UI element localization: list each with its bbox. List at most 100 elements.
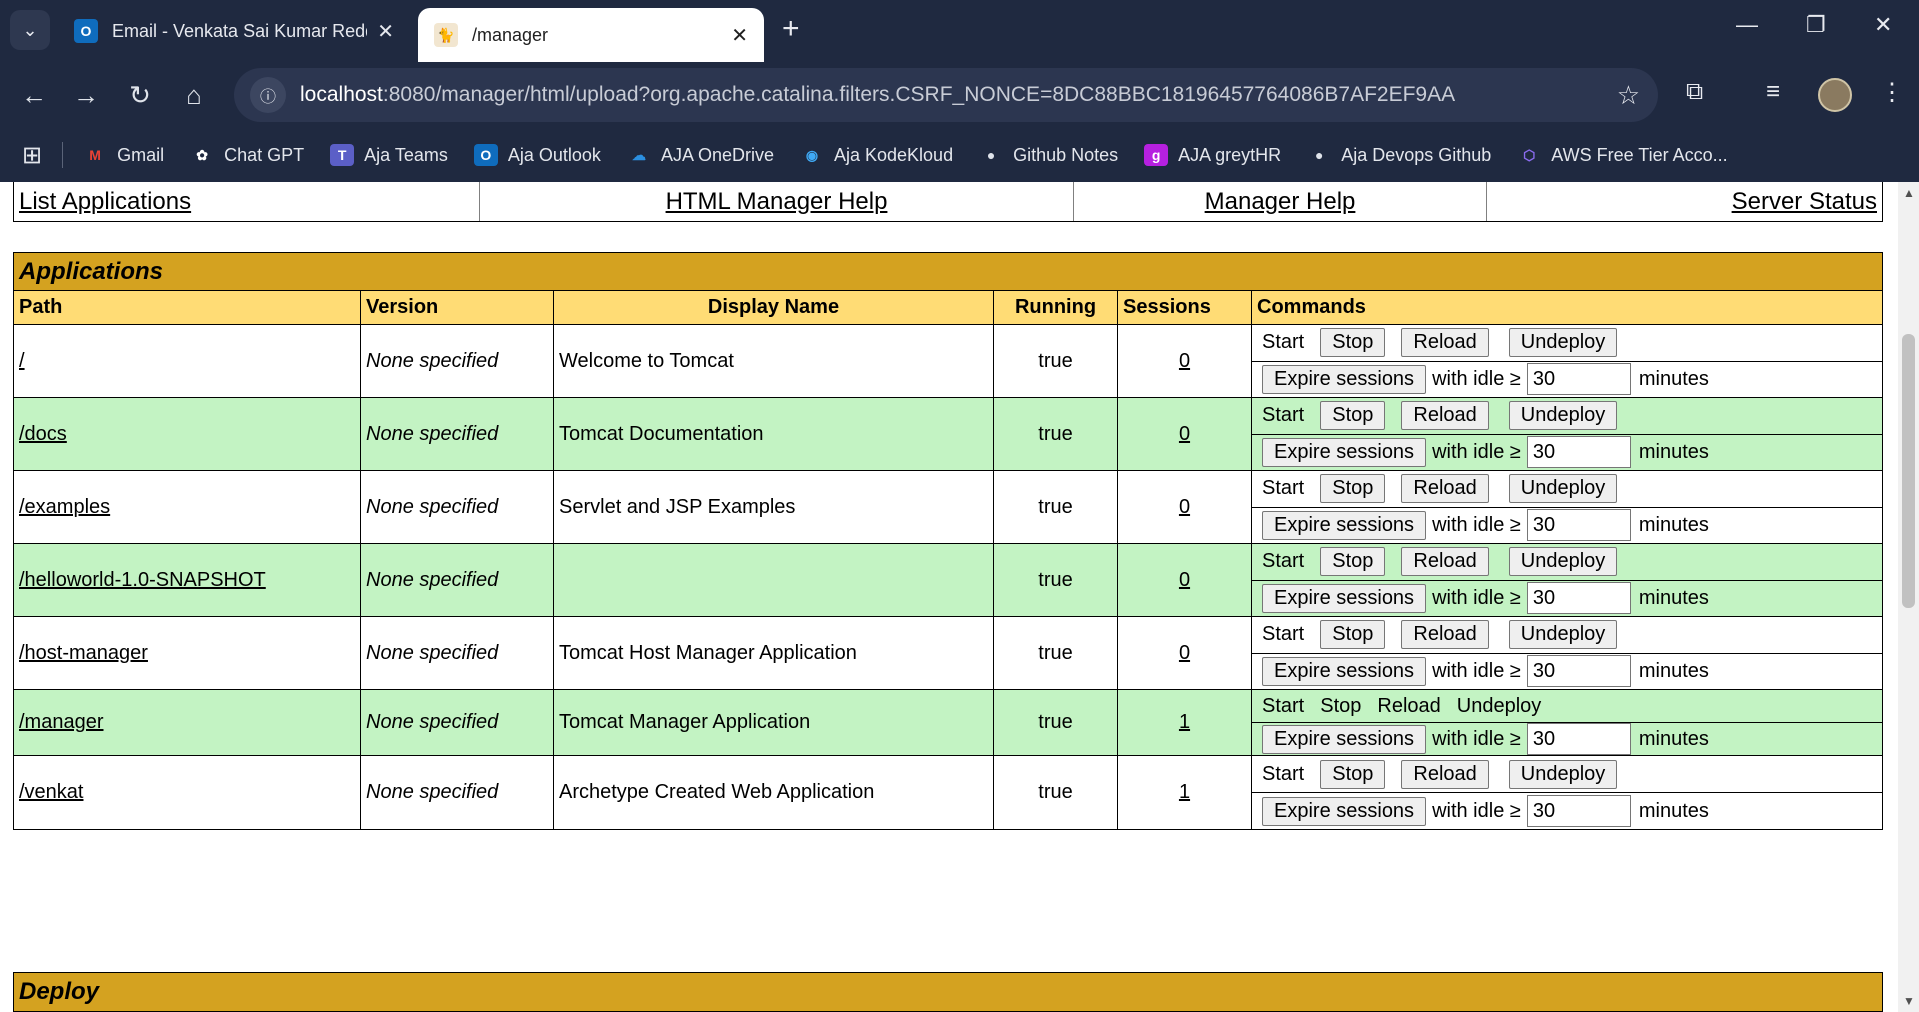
expire-sessions-button[interactable]: Expire sessions: [1262, 364, 1427, 394]
sessions-link[interactable]: 0: [1179, 496, 1190, 519]
scroll-down-icon[interactable]: ▼: [1903, 994, 1915, 1008]
bookmark-chatgpt[interactable]: ✿ Chat GPT: [190, 144, 304, 166]
home-button[interactable]: ⌂: [176, 80, 212, 111]
reload-button[interactable]: Reload: [1401, 328, 1489, 358]
expire-sessions-button[interactable]: Expire sessions: [1262, 437, 1427, 467]
scroll-up-icon[interactable]: ▲: [1903, 186, 1915, 200]
lifecycle-commands: Start Stop Reload Undeploy: [1252, 325, 1882, 361]
new-tab-button[interactable]: +: [782, 14, 800, 44]
stop-button[interactable]: Stop: [1320, 474, 1386, 504]
bookmark-github-notes[interactable]: ● Github Notes: [979, 144, 1118, 166]
greythr-icon: g: [1144, 144, 1169, 166]
server-status-link[interactable]: Server Status: [1732, 188, 1877, 216]
sessions-link[interactable]: 1: [1179, 711, 1190, 734]
stop-button[interactable]: Stop: [1320, 547, 1386, 577]
window-close-button[interactable]: ✕: [1874, 12, 1892, 38]
address-bar[interactable]: ⓘ localhost:8080/manager/html/upload?org…: [234, 68, 1658, 122]
reload-button[interactable]: Reload: [1401, 474, 1489, 504]
bookmark-kodekloud[interactable]: ◉ Aja KodeKloud: [800, 144, 953, 166]
sessions-link[interactable]: 1: [1179, 781, 1190, 804]
expire-sessions-button[interactable]: Expire sessions: [1262, 796, 1427, 826]
idle-minutes-input[interactable]: [1526, 655, 1631, 688]
scrollbar[interactable]: ▲ ▼: [1898, 182, 1919, 1012]
undeploy-button[interactable]: Undeploy: [1508, 401, 1618, 431]
bookmark-onedrive[interactable]: ☁ AJA OneDrive: [627, 144, 774, 166]
idle-minutes-input[interactable]: [1526, 582, 1631, 615]
expire-sessions-button[interactable]: Expire sessions: [1262, 510, 1427, 540]
idle-minutes-input[interactable]: [1526, 509, 1631, 542]
bookmark-gmail[interactable]: M Gmail: [83, 144, 164, 166]
extensions-icon[interactable]: ⧉: [1686, 78, 1703, 106]
bookmark-outlook[interactable]: O Aja Outlook: [473, 144, 601, 166]
minutes-label: minutes: [1638, 727, 1709, 750]
idle-minutes-input[interactable]: [1526, 436, 1631, 469]
reload-button[interactable]: Reload: [1401, 620, 1489, 650]
site-info-icon[interactable]: ⓘ: [250, 77, 286, 113]
reload-button[interactable]: ↻: [122, 80, 158, 111]
reload-label: Reload: [1377, 694, 1441, 717]
idle-minutes-input[interactable]: [1526, 723, 1631, 755]
bookmark-devops-github[interactable]: ● Aja Devops Github: [1307, 144, 1491, 166]
version-cell: None specified: [361, 471, 554, 543]
expire-sessions-button[interactable]: Expire sessions: [1262, 724, 1427, 754]
list-applications-link[interactable]: List Applications: [19, 188, 191, 216]
reload-button[interactable]: Reload: [1401, 547, 1489, 577]
bookmark-teams[interactable]: T Aja Teams: [330, 144, 448, 166]
expire-sessions-button[interactable]: Expire sessions: [1262, 656, 1427, 686]
sessions-link[interactable]: 0: [1179, 423, 1190, 446]
close-icon[interactable]: ✕: [731, 23, 748, 48]
header-version: Version: [361, 291, 554, 324]
close-icon[interactable]: ✕: [377, 19, 394, 44]
sessions-cell: 0: [1118, 617, 1252, 689]
app-path-link[interactable]: /: [19, 350, 25, 373]
idle-minutes-input[interactable]: [1526, 363, 1631, 396]
undeploy-button[interactable]: Undeploy: [1508, 328, 1618, 358]
stop-button[interactable]: Stop: [1320, 401, 1386, 431]
app-path-link[interactable]: /docs: [19, 423, 67, 446]
stop-button[interactable]: Stop: [1320, 620, 1386, 650]
media-controls-icon[interactable]: ≡: [1766, 78, 1780, 106]
app-path-link[interactable]: /examples: [19, 496, 110, 519]
forward-button[interactable]: →: [68, 80, 104, 111]
avatar[interactable]: [1818, 78, 1852, 112]
undeploy-button[interactable]: Undeploy: [1508, 759, 1618, 789]
scrollbar-thumb[interactable]: [1902, 334, 1915, 608]
reload-button[interactable]: Reload: [1401, 759, 1489, 789]
app-path-link[interactable]: /venkat: [19, 781, 83, 804]
idle-minutes-input[interactable]: [1526, 795, 1631, 827]
tab-manager[interactable]: 🐈 /manager ✕: [418, 8, 764, 62]
restore-button[interactable]: ❐: [1806, 12, 1826, 38]
divider: [62, 142, 64, 168]
sessions-link[interactable]: 0: [1179, 642, 1190, 665]
manager-help-link[interactable]: Manager Help: [1205, 188, 1356, 216]
expire-commands: Expire sessions with idle ≥ minutes: [1252, 722, 1882, 755]
undeploy-button[interactable]: Undeploy: [1508, 474, 1618, 504]
app-path-link[interactable]: /manager: [19, 711, 104, 734]
bookmark-aws[interactable]: ⬡ AWS Free Tier Acco...: [1517, 144, 1728, 166]
table-row: /venkat None specified Archetype Created…: [14, 756, 1882, 829]
url-text[interactable]: localhost:8080/manager/html/upload?org.a…: [300, 83, 1617, 107]
app-path-link[interactable]: /host-manager: [19, 642, 148, 665]
stop-button[interactable]: Stop: [1320, 328, 1386, 358]
stop-button[interactable]: Stop: [1320, 759, 1386, 789]
reload-button[interactable]: Reload: [1401, 401, 1489, 431]
tab-email[interactable]: O Email - Venkata Sai Kumar Redd ✕: [58, 8, 410, 54]
commands-cell: Start Stop Reload Undeploy Expire sessio…: [1252, 325, 1882, 397]
sessions-link[interactable]: 0: [1179, 350, 1190, 373]
expire-sessions-button[interactable]: Expire sessions: [1262, 583, 1427, 613]
minimize-button[interactable]: —: [1736, 12, 1758, 38]
html-manager-help-link[interactable]: HTML Manager Help: [666, 188, 888, 216]
sessions-link[interactable]: 0: [1179, 569, 1190, 592]
bookmark-greythr[interactable]: g AJA greytHR: [1144, 144, 1281, 166]
bookmark-label: Github Notes: [1013, 144, 1119, 165]
bookmark-star-icon[interactable]: ☆: [1617, 80, 1640, 111]
undeploy-label: Undeploy: [1456, 694, 1542, 717]
app-path-link[interactable]: /helloworld-1.0-SNAPSHOT: [19, 569, 266, 592]
tab-search-button[interactable]: ⌄: [10, 10, 50, 50]
links-cell: Manager Help: [1074, 182, 1487, 221]
menu-icon[interactable]: ⋮: [1880, 78, 1904, 107]
back-button[interactable]: ←: [16, 80, 52, 111]
apps-grid-icon[interactable]: ⊞: [22, 141, 42, 170]
undeploy-button[interactable]: Undeploy: [1508, 620, 1618, 650]
undeploy-button[interactable]: Undeploy: [1508, 547, 1618, 577]
